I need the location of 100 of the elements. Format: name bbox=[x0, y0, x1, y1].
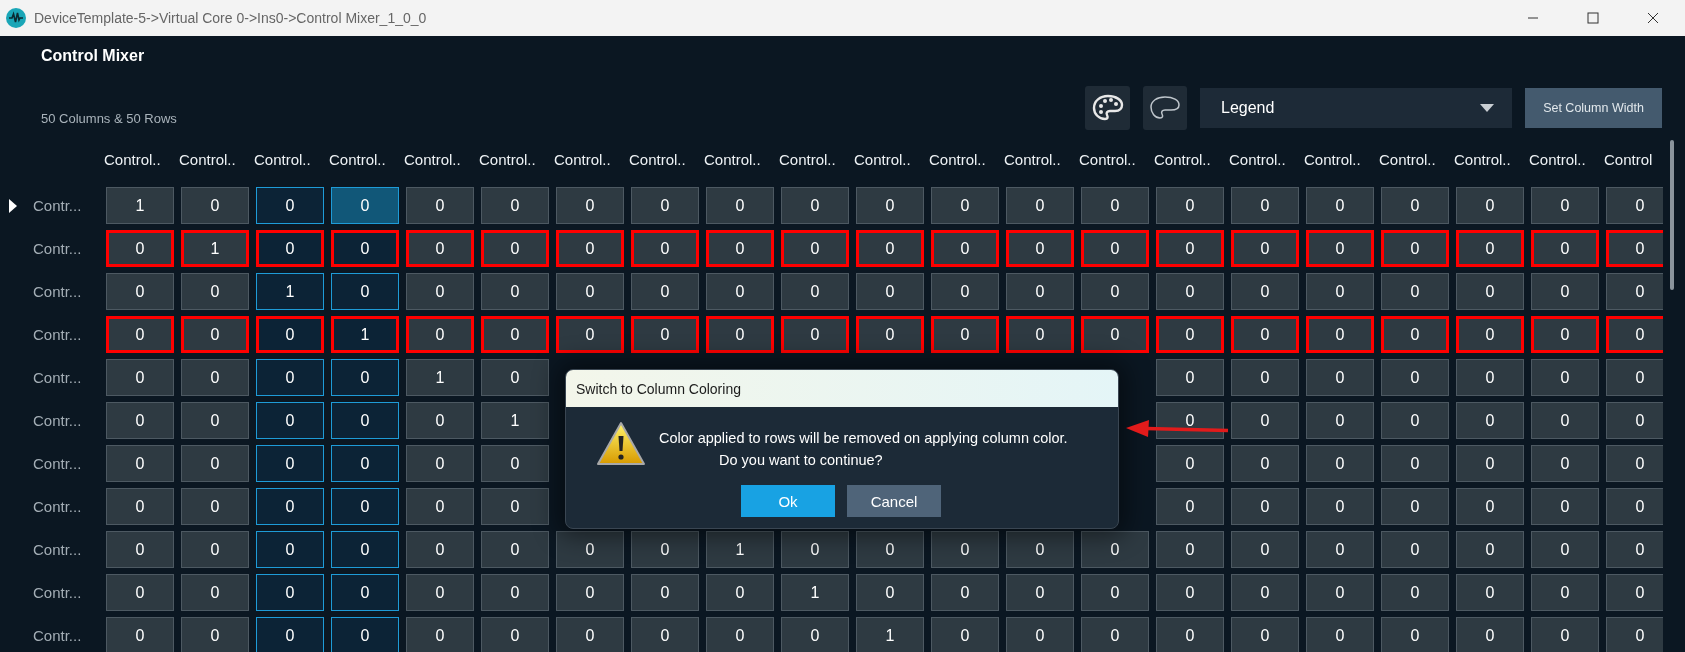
matrix-cell[interactable]: 0 bbox=[1156, 574, 1224, 611]
matrix-cell[interactable]: 0 bbox=[931, 531, 999, 568]
column-header[interactable]: Control.. bbox=[779, 150, 849, 168]
matrix-cell[interactable]: 0 bbox=[331, 230, 399, 267]
matrix-cell[interactable]: 0 bbox=[1531, 574, 1599, 611]
matrix-cell[interactable]: 0 bbox=[1156, 445, 1224, 482]
matrix-cell[interactable]: 0 bbox=[856, 316, 924, 353]
matrix-cell[interactable]: 0 bbox=[1531, 531, 1599, 568]
matrix-cell[interactable]: 0 bbox=[1456, 187, 1524, 224]
matrix-cell[interactable]: 1 bbox=[331, 316, 399, 353]
matrix-cell[interactable]: 0 bbox=[931, 617, 999, 652]
matrix-cell[interactable]: 0 bbox=[706, 316, 774, 353]
matrix-cell[interactable]: 0 bbox=[1381, 273, 1449, 310]
column-header[interactable]: Control.. bbox=[1529, 150, 1599, 168]
matrix-cell[interactable]: 0 bbox=[331, 273, 399, 310]
row-header[interactable]: Contr... bbox=[33, 412, 82, 429]
matrix-cell[interactable]: 0 bbox=[1381, 574, 1449, 611]
matrix-cell[interactable]: 0 bbox=[1156, 402, 1224, 439]
row-header[interactable]: Contr... bbox=[33, 541, 82, 558]
scrollbar-thumb[interactable] bbox=[1670, 140, 1674, 290]
matrix-cell[interactable]: 0 bbox=[1156, 230, 1224, 267]
matrix-cell[interactable]: 0 bbox=[856, 273, 924, 310]
matrix-cell[interactable]: 0 bbox=[856, 230, 924, 267]
matrix-cell[interactable]: 0 bbox=[1606, 273, 1663, 310]
matrix-cell[interactable]: 0 bbox=[1231, 316, 1299, 353]
matrix-cell[interactable]: 0 bbox=[181, 574, 249, 611]
column-header[interactable]: Control.. bbox=[1154, 150, 1224, 168]
matrix-cell[interactable]: 0 bbox=[856, 574, 924, 611]
matrix-cell[interactable]: 0 bbox=[1081, 316, 1149, 353]
matrix-cell[interactable]: 0 bbox=[556, 574, 624, 611]
matrix-cell[interactable]: 0 bbox=[1381, 402, 1449, 439]
matrix-cell[interactable]: 0 bbox=[406, 316, 474, 353]
matrix-cell[interactable]: 0 bbox=[256, 316, 324, 353]
matrix-cell[interactable]: 0 bbox=[781, 617, 849, 652]
matrix-cell[interactable]: 0 bbox=[331, 574, 399, 611]
row-header[interactable]: Contr... bbox=[33, 627, 82, 644]
matrix-cell[interactable]: 0 bbox=[256, 187, 324, 224]
matrix-cell[interactable]: 0 bbox=[856, 531, 924, 568]
matrix-cell[interactable]: 0 bbox=[481, 187, 549, 224]
matrix-cell[interactable]: 0 bbox=[1531, 187, 1599, 224]
matrix-cell[interactable]: 0 bbox=[1606, 402, 1663, 439]
matrix-cell[interactable]: 0 bbox=[181, 316, 249, 353]
matrix-cell[interactable]: 0 bbox=[781, 273, 849, 310]
matrix-cell[interactable]: 0 bbox=[631, 531, 699, 568]
matrix-cell[interactable]: 0 bbox=[1456, 273, 1524, 310]
matrix-cell[interactable]: 0 bbox=[1306, 187, 1374, 224]
matrix-cell[interactable]: 0 bbox=[1381, 531, 1449, 568]
column-header[interactable]: Control.. bbox=[479, 150, 549, 168]
matrix-cell[interactable]: 0 bbox=[331, 531, 399, 568]
column-header[interactable]: Control.. bbox=[629, 150, 699, 168]
matrix-cell[interactable]: 0 bbox=[556, 531, 624, 568]
matrix-cell[interactable]: 0 bbox=[1531, 402, 1599, 439]
matrix-cell[interactable]: 0 bbox=[256, 445, 324, 482]
matrix-cell[interactable]: 0 bbox=[1006, 230, 1074, 267]
matrix-cell[interactable]: 0 bbox=[1231, 617, 1299, 652]
column-header[interactable]: Control.. bbox=[329, 150, 399, 168]
matrix-cell[interactable]: 0 bbox=[781, 316, 849, 353]
row-header[interactable]: Contr... bbox=[33, 584, 82, 601]
matrix-cell[interactable]: 0 bbox=[1081, 617, 1149, 652]
matrix-cell[interactable]: 0 bbox=[631, 316, 699, 353]
matrix-cell[interactable]: 0 bbox=[331, 488, 399, 525]
matrix-cell[interactable]: 0 bbox=[1081, 273, 1149, 310]
matrix-cell[interactable]: 0 bbox=[481, 617, 549, 652]
matrix-cell[interactable]: 0 bbox=[1231, 187, 1299, 224]
column-header[interactable]: Control.. bbox=[704, 150, 774, 168]
matrix-cell[interactable]: 0 bbox=[1381, 617, 1449, 652]
matrix-cell[interactable]: 0 bbox=[1456, 574, 1524, 611]
matrix-cell[interactable]: 0 bbox=[256, 402, 324, 439]
row-header[interactable]: Contr... bbox=[33, 240, 82, 257]
column-header[interactable]: Control.. bbox=[554, 150, 624, 168]
matrix-cell[interactable]: 0 bbox=[1381, 488, 1449, 525]
matrix-cell[interactable]: 0 bbox=[1606, 445, 1663, 482]
matrix-cell[interactable]: 0 bbox=[1606, 574, 1663, 611]
matrix-cell[interactable]: 0 bbox=[1156, 488, 1224, 525]
matrix-cell[interactable]: 0 bbox=[481, 359, 549, 396]
matrix-cell[interactable]: 0 bbox=[406, 488, 474, 525]
matrix-cell[interactable]: 1 bbox=[406, 359, 474, 396]
matrix-cell[interactable]: 0 bbox=[106, 488, 174, 525]
matrix-cell[interactable]: 0 bbox=[181, 617, 249, 652]
column-header[interactable]: Control.. bbox=[404, 150, 474, 168]
matrix-cell[interactable]: 0 bbox=[931, 273, 999, 310]
matrix-cell[interactable]: 0 bbox=[256, 531, 324, 568]
column-header[interactable]: Control.. bbox=[1004, 150, 1074, 168]
matrix-cell[interactable]: 0 bbox=[1456, 402, 1524, 439]
matrix-cell[interactable]: 0 bbox=[331, 359, 399, 396]
column-header[interactable]: Control.. bbox=[1079, 150, 1149, 168]
matrix-cell[interactable]: 0 bbox=[706, 617, 774, 652]
row-header[interactable]: Contr... bbox=[33, 326, 82, 343]
matrix-cell[interactable]: 0 bbox=[1531, 359, 1599, 396]
matrix-cell[interactable]: 0 bbox=[781, 230, 849, 267]
matrix-cell[interactable]: 0 bbox=[1006, 187, 1074, 224]
matrix-cell[interactable]: 0 bbox=[1231, 359, 1299, 396]
matrix-cell[interactable]: 0 bbox=[1456, 316, 1524, 353]
matrix-cell[interactable]: 0 bbox=[931, 316, 999, 353]
matrix-cell[interactable]: 0 bbox=[1156, 316, 1224, 353]
matrix-cell[interactable]: 0 bbox=[1081, 230, 1149, 267]
matrix-cell[interactable]: 0 bbox=[1606, 531, 1663, 568]
palette-outline-button[interactable] bbox=[1143, 86, 1187, 130]
matrix-cell[interactable]: 1 bbox=[481, 402, 549, 439]
matrix-cell[interactable]: 0 bbox=[1231, 402, 1299, 439]
